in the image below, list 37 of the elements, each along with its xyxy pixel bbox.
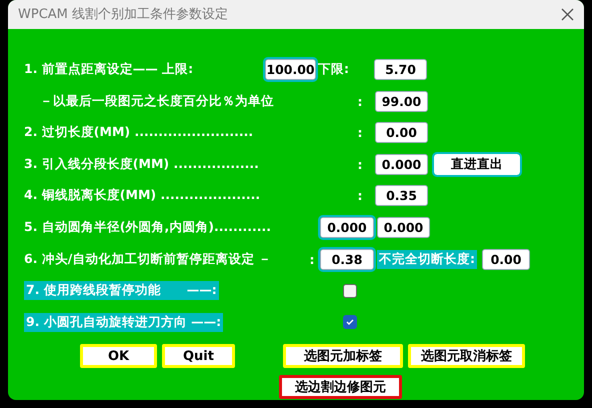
field-label: 5. 自动圆角半径(外圆角,内圆角)............ [24, 218, 272, 236]
checkbox[interactable] [343, 284, 357, 298]
number-field[interactable]: 0.38 [320, 248, 374, 270]
colon-label: : [356, 188, 364, 204]
colon-label: : [356, 125, 364, 140]
number-field[interactable]: 0.000 [377, 216, 430, 238]
field-label: 6. 冲头/自动化加工切断前暂停距离设定 － [24, 250, 273, 268]
dialog-button[interactable]: 选边割边修图元 [279, 375, 402, 399]
field-label: 3. 引入线分段长度(MM) .................. [24, 156, 260, 173]
number-field[interactable]: 99.00 [375, 90, 428, 112]
option-label: 7. 使用跨线段暂停功能 ——: [24, 281, 219, 300]
window-title: WPCAM 线割个别加工条件参数设定 [18, 6, 228, 24]
number-field[interactable]: 0.000 [320, 216, 374, 238]
number-field[interactable]: 100.00 [265, 58, 316, 80]
number-field[interactable]: 0.000 [375, 154, 428, 175]
field-label: 不完全切断长度: [377, 250, 477, 269]
colon-label: : [356, 94, 364, 109]
dialog-button[interactable]: OK [80, 344, 157, 368]
checkbox[interactable] [343, 315, 357, 330]
colon-label: : [356, 156, 364, 172]
number-field[interactable]: 5.70 [374, 58, 427, 80]
field-label: 4. 铜线脱离长度(MM) ..................... [24, 187, 262, 204]
close-icon[interactable] [561, 8, 574, 21]
dialog-button[interactable]: Quit [162, 344, 235, 368]
dialog-button[interactable]: 选图元取消标签 [408, 344, 525, 368]
number-field[interactable]: 0.00 [375, 122, 428, 144]
option-label: 9. 小圆孔自动旋转进刀方向 ——: [24, 312, 224, 332]
check-icon [345, 317, 355, 328]
field-label: 下限: [317, 60, 350, 78]
colon-label: : [308, 252, 316, 267]
field-label: 2. 过切长度(MM) ......................... [24, 124, 254, 142]
number-field[interactable]: 0.35 [375, 185, 428, 206]
straight-in-out-button[interactable]: 直进直出 [434, 154, 520, 175]
field-label: －以最后一段图元之长度百分比％为单位 [39, 92, 275, 110]
dialog-button[interactable]: 选图元加标签 [283, 344, 403, 368]
number-field[interactable]: 0.00 [482, 248, 530, 270]
field-label: 1. 前置点距离设定—— 上限: [24, 60, 194, 78]
